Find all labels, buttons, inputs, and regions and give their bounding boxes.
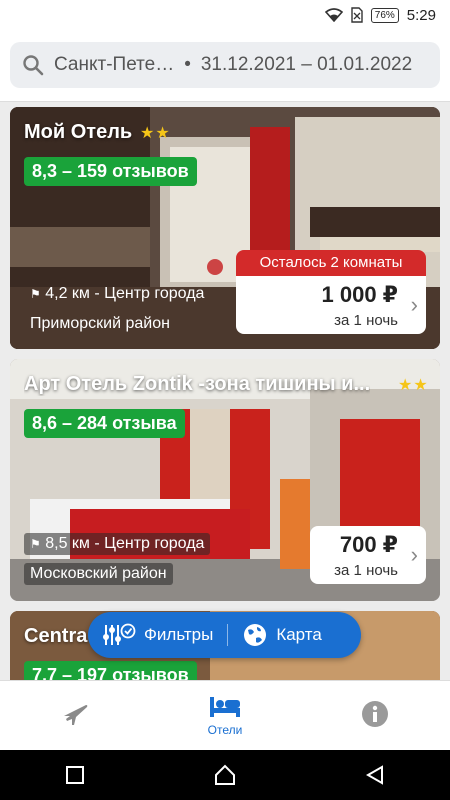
chevron-right-icon: › <box>410 542 418 567</box>
system-nav-bar <box>0 750 450 800</box>
wifi-icon <box>324 8 343 22</box>
price-box[interactable]: 700 ₽ за 1 ночь › <box>310 526 426 584</box>
info-icon <box>362 700 388 727</box>
hotel-list[interactable]: Мой Отель ★★ 8,3 – 159 отзывов ⚑ 4,2 км … <box>0 102 450 680</box>
filter-icon <box>103 623 136 645</box>
tab-hotels-label: Отели <box>207 722 243 737</box>
filters-map-pill: Фильтры Карта <box>88 612 361 658</box>
rooms-left-badge: Осталось 2 комнаты <box>236 250 426 276</box>
distance-text: 8,5 км - Центр города <box>45 535 205 552</box>
no-sim-icon <box>351 7 363 23</box>
search-header: Санкт-Пете… • 31.12.2021 – 01.01.2022 <box>0 30 450 102</box>
filters-label: Фильтры <box>144 625 214 644</box>
bottom-tab-bar: Отели <box>0 680 450 750</box>
hotel-name: Centra <box>24 625 88 647</box>
filters-button[interactable]: Фильтры <box>88 612 227 658</box>
home-icon[interactable] <box>214 764 236 786</box>
search-separator: • <box>184 54 191 75</box>
rating-badge: 7,7 – 197 отзывов <box>24 661 197 680</box>
price-amount: 1 000 ₽ <box>321 282 398 307</box>
status-bar: 76% 5:29 <box>0 0 450 30</box>
rating-badge: 8,6 – 284 отзыва <box>24 409 185 438</box>
distance-label: ⚑ 4,2 км - Центр города <box>24 283 210 305</box>
rating-badge: 8,3 – 159 отзывов <box>24 157 197 186</box>
tab-flights[interactable] <box>0 681 150 750</box>
hotel-name: Мой Отель <box>24 121 133 143</box>
chevron-right-icon: › <box>410 292 418 317</box>
hotel-card[interactable]: Мой Отель ★★ 8,3 – 159 отзывов ⚑ 4,2 км … <box>10 107 440 349</box>
search-bar[interactable]: Санкт-Пете… • 31.12.2021 – 01.01.2022 <box>10 42 440 88</box>
hotel-card[interactable]: Арт Отель Zontik -зона тишины и... ★★ 8,… <box>10 359 440 601</box>
price-per-night: за 1 ночь <box>334 562 398 579</box>
star-rating: ★★ <box>398 377 429 394</box>
distance-text: 4,2 км - Центр города <box>45 285 205 302</box>
globe-icon <box>244 624 267 646</box>
recents-icon[interactable] <box>65 765 85 785</box>
price-per-night: за 1 ночь <box>334 312 398 329</box>
map-button[interactable]: Карта <box>228 612 336 658</box>
search-dates: 31.12.2021 – 01.01.2022 <box>200 54 413 75</box>
distance-label: ⚑ 8,5 км - Центр города <box>24 533 211 555</box>
hotel-name: Арт Отель Zontik -зона тишины и... <box>24 373 371 395</box>
back-icon[interactable] <box>365 765 385 785</box>
tab-hotels[interactable]: Отели <box>150 681 300 750</box>
flag-icon: ⚑ <box>30 287 41 301</box>
bed-icon <box>210 696 240 717</box>
star-rating: ★★ <box>140 125 171 142</box>
district-label: Московский район <box>24 563 173 585</box>
price-box[interactable]: 1 000 ₽ за 1 ночь › <box>236 276 426 334</box>
map-label: Карта <box>276 625 322 644</box>
district-label: Приморский район <box>30 315 170 332</box>
airplane-icon <box>64 704 88 725</box>
battery-indicator: 76% <box>370 7 399 23</box>
search-icon <box>23 55 44 76</box>
price-amount: 700 ₽ <box>339 532 398 557</box>
tab-info[interactable] <box>300 681 450 750</box>
flag-icon: ⚑ <box>30 537 41 551</box>
clock: 5:29 <box>406 6 436 24</box>
search-city: Санкт-Пете… <box>54 54 175 75</box>
